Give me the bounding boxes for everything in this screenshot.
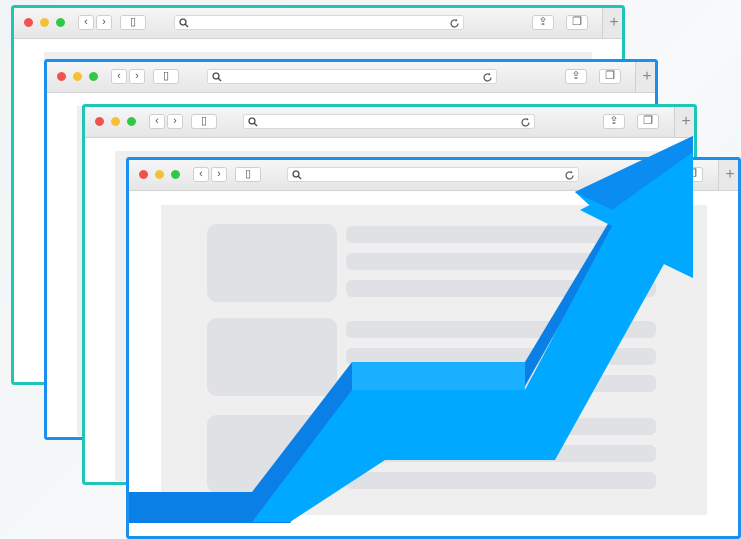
growth-arrow	[129, 136, 693, 523]
arrow-top-face	[352, 362, 525, 390]
